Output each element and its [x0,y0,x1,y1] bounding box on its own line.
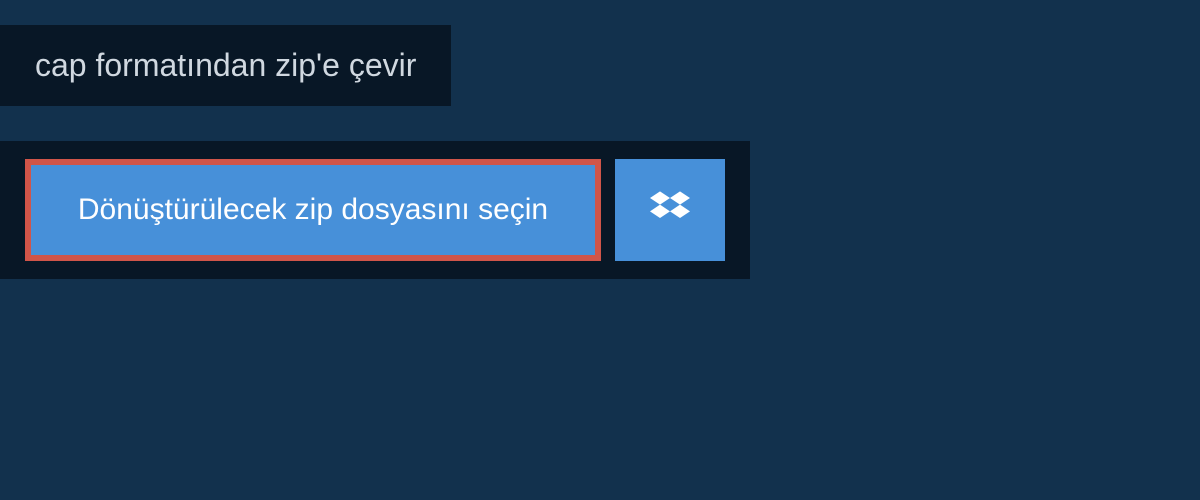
dropbox-icon [650,188,690,233]
dropbox-button[interactable] [615,159,725,261]
page-title: cap formatından zip'e çevir [35,47,416,84]
select-file-label: Dönüştürülecek zip dosyasını seçin [78,193,548,227]
select-file-button[interactable]: Dönüştürülecek zip dosyasını seçin [25,159,601,261]
file-selection-panel: Dönüştürülecek zip dosyasını seçin [0,141,750,279]
header-tab: cap formatından zip'e çevir [0,25,451,106]
